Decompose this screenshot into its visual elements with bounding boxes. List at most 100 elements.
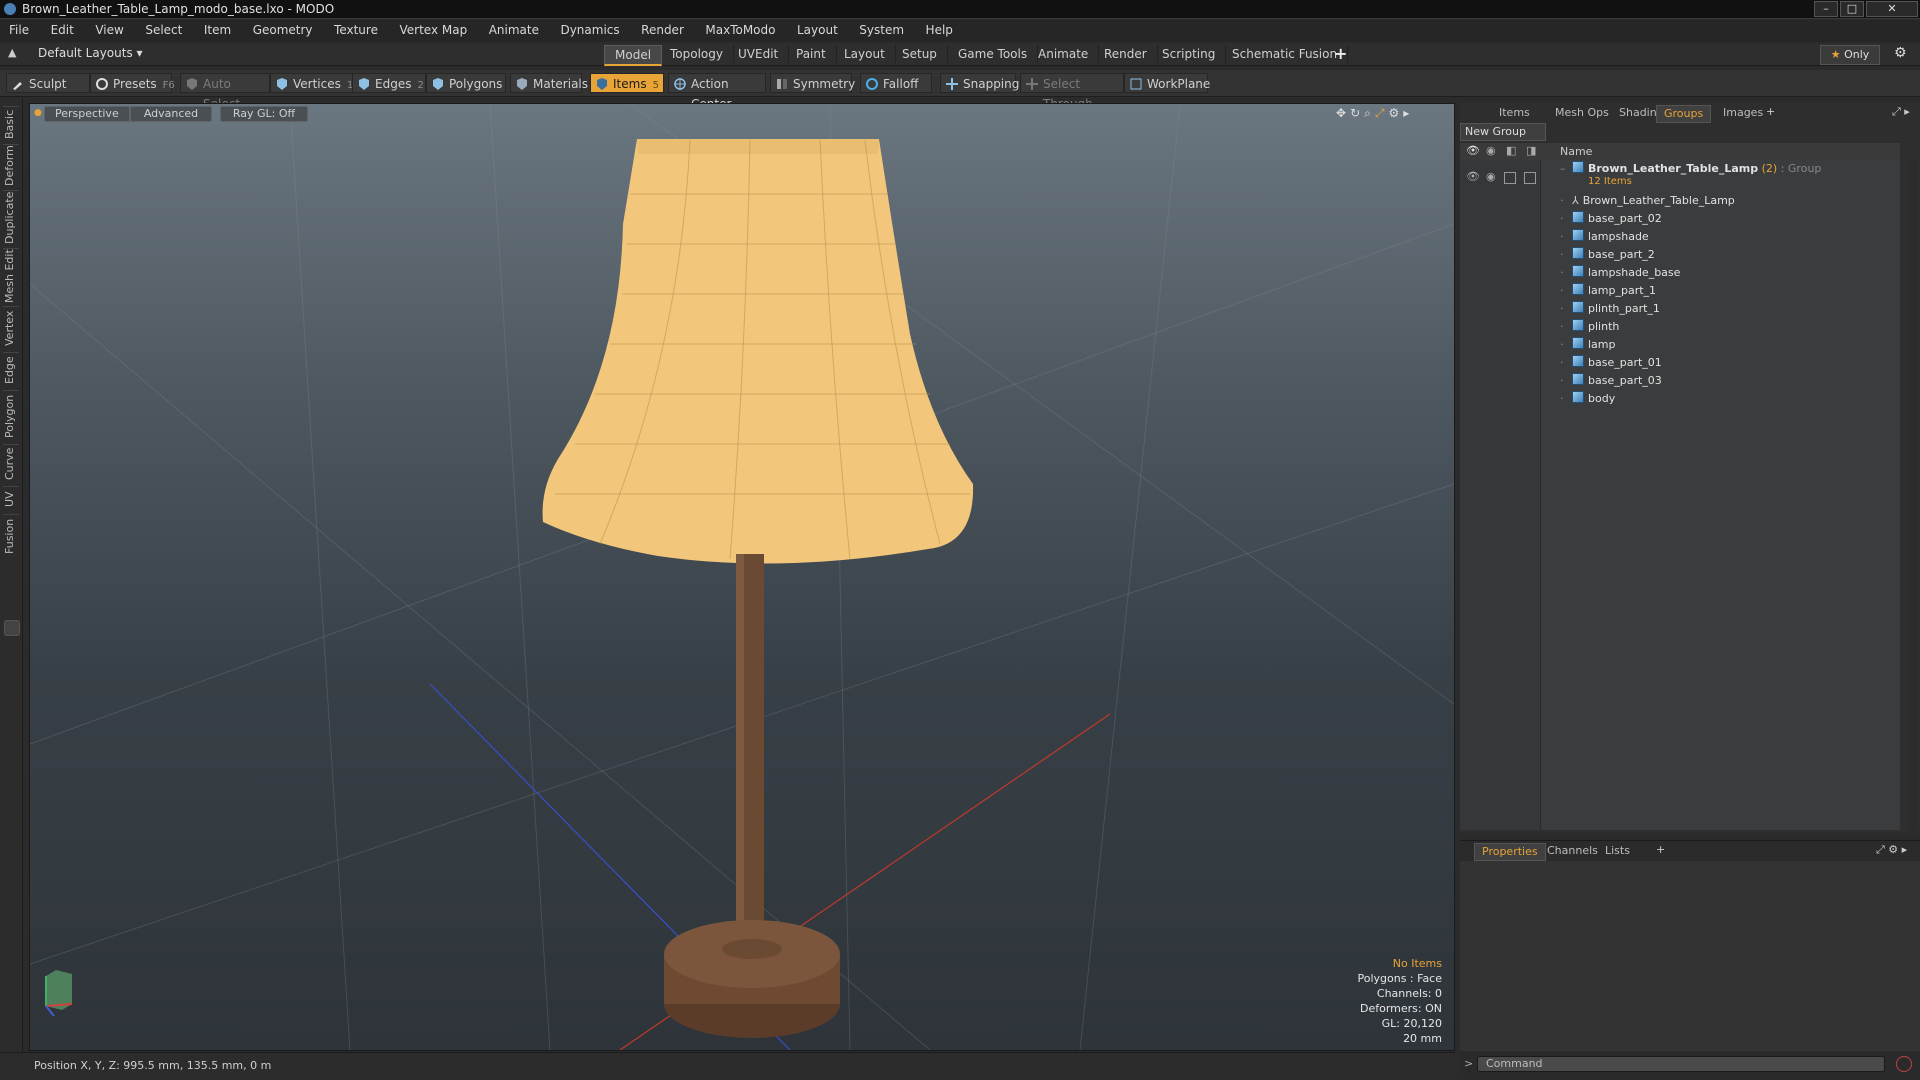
add-panel-tab-button[interactable]: + — [1766, 105, 1775, 118]
layout-collapse-icon[interactable]: ▲ — [8, 46, 16, 59]
presets-button[interactable]: Presets F6 — [90, 73, 175, 93]
list-item[interactable]: · base_part_03 — [1560, 372, 1662, 390]
tab-paint[interactable]: Paint — [786, 45, 837, 63]
edges-button[interactable]: Edges 2 — [352, 73, 426, 93]
list-item[interactable]: · lampshade — [1560, 228, 1649, 246]
menu-maxtomodo[interactable]: MaxToModo — [696, 20, 784, 37]
menu-item[interactable]: Item — [195, 20, 240, 37]
command-input[interactable]: Command — [1477, 1056, 1885, 1072]
lock-header-icon[interactable]: ◧ — [1506, 144, 1516, 157]
tab-channels[interactable]: Channels — [1540, 843, 1605, 859]
groups-scrollbar[interactable] — [1908, 160, 1918, 830]
command-record-icon[interactable] — [1896, 1056, 1912, 1072]
list-item[interactable]: · lamp_part_1 — [1560, 282, 1656, 300]
menu-layout[interactable]: Layout — [788, 20, 847, 37]
tab-edge[interactable]: Edge — [3, 352, 19, 387]
rotate-icon[interactable]: ↻ — [1350, 106, 1364, 120]
close-icon[interactable]: ✕ — [1866, 1, 1918, 17]
default-layouts-dropdown[interactable]: Default Layouts ▾ — [38, 46, 143, 60]
viewport-expand-icon[interactable]: ▸ — [1403, 106, 1413, 120]
sculpt-button[interactable]: Sculpt — [6, 73, 90, 93]
menu-vertex-map[interactable]: Vertex Map — [390, 20, 476, 37]
properties-expand-icon[interactable]: ⤢ ⚙ ▸ — [1876, 843, 1907, 857]
tab-uv[interactable]: UV — [3, 486, 19, 511]
expand-icon[interactable]: · — [1560, 282, 1566, 300]
group-visibility-icon[interactable]: 👁 — [1466, 170, 1480, 183]
tab-scripting[interactable]: Scripting — [1152, 45, 1227, 63]
expand-icon[interactable]: · — [1560, 336, 1566, 354]
tab-mesh-ops[interactable]: Mesh Ops — [1548, 105, 1616, 121]
panel-expand-icon[interactable]: ⤢ ▸ — [1892, 105, 1910, 119]
select-through-button[interactable]: Select Through — [1020, 73, 1124, 111]
falloff-button[interactable]: Falloff — [860, 73, 932, 93]
menu-system[interactable]: System — [850, 20, 913, 37]
advanced-button[interactable]: Advanced — [130, 106, 212, 122]
tab-game-tools[interactable]: Game Tools — [948, 45, 1039, 63]
workplane-button[interactable]: WorkPlane — [1124, 73, 1210, 93]
action-center-button[interactable]: Action Center — [668, 73, 766, 111]
expand-icon[interactable]: · — [1560, 390, 1566, 408]
expand-icon[interactable]: · — [1560, 354, 1566, 372]
tab-duplicate[interactable]: Duplicate — [3, 190, 19, 245]
list-item[interactable]: · base_part_2 — [1560, 246, 1655, 264]
tab-animate[interactable]: Animate — [1028, 45, 1100, 63]
expand-icon[interactable]: · — [1560, 318, 1566, 336]
viewport-settings-icon[interactable]: ⚙ — [1388, 106, 1403, 120]
zoom-icon[interactable]: ⌕ — [1364, 106, 1375, 120]
visibility-header-icon[interactable]: 👁 — [1466, 144, 1480, 157]
vertices-button[interactable]: Vertices 1 — [270, 73, 354, 93]
menu-file[interactable]: File — [0, 20, 38, 37]
list-item[interactable]: · base_part_01 — [1560, 354, 1662, 372]
group-lock-checkbox[interactable] — [1504, 172, 1516, 184]
tab-mesh-edit[interactable]: Mesh Edit — [3, 248, 19, 303]
new-group-button[interactable]: New Group — [1460, 123, 1546, 141]
tab-deform[interactable]: Deform — [3, 144, 19, 187]
pan-icon[interactable]: ✥ — [1336, 106, 1350, 120]
3d-viewport[interactable]: ● Perspective Advanced Ray GL: Off ✥↻⌕⤢⚙… — [29, 103, 1455, 1051]
expand-icon[interactable]: · — [1560, 264, 1566, 282]
menu-texture[interactable]: Texture — [325, 20, 387, 37]
menu-edit[interactable]: Edit — [42, 20, 83, 37]
list-item[interactable]: · lampshade_base — [1560, 264, 1680, 282]
tab-items[interactable]: Items — [1492, 105, 1537, 121]
menu-animate[interactable]: Animate — [480, 20, 548, 37]
tab-basic[interactable]: Basic — [3, 106, 19, 141]
group-expand-icon[interactable]: – — [1560, 160, 1566, 178]
list-item[interactable]: · lamp — [1560, 336, 1616, 354]
expand-icon[interactable]: · — [1560, 228, 1566, 246]
tab-topology[interactable]: Topology — [660, 45, 734, 63]
expand-icon[interactable]: · — [1560, 300, 1566, 318]
tab-schematic-fusion[interactable]: Schematic Fusion — [1222, 45, 1349, 63]
list-item[interactable]: · body — [1560, 390, 1615, 408]
select-header-icon[interactable]: ◨ — [1526, 144, 1536, 157]
menu-geometry[interactable]: Geometry — [244, 20, 322, 37]
list-item[interactable]: · ⅄ Brown_Leather_Table_Lamp — [1560, 192, 1735, 210]
expand-icon[interactable]: · — [1560, 192, 1566, 210]
tab-vertex[interactable]: Vertex — [3, 306, 19, 349]
tab-images[interactable]: Images — [1716, 105, 1770, 121]
view-mode-button[interactable]: Perspective — [44, 106, 130, 122]
snapping-button[interactable]: Snapping — [940, 73, 1019, 93]
list-item[interactable]: · base_part_02 — [1560, 210, 1662, 228]
expand-icon[interactable]: · — [1560, 210, 1566, 228]
polygons-button[interactable]: Polygons — [426, 73, 506, 93]
fit-icon[interactable]: ⤢ — [1375, 106, 1389, 120]
menu-dynamics[interactable]: Dynamics — [551, 20, 628, 37]
symmetry-button[interactable]: Symmetry — [770, 73, 855, 93]
expand-icon[interactable]: · — [1560, 372, 1566, 390]
tab-properties[interactable]: Properties — [1474, 843, 1546, 861]
add-tab-button[interactable]: + — [1334, 44, 1347, 63]
auto-select-button[interactable]: Auto Select — [180, 73, 270, 111]
tab-fusion[interactable]: Fusion — [3, 514, 19, 557]
viewport-nav-icons[interactable]: ✥↻⌕⤢⚙▸ — [1336, 106, 1413, 121]
group-render-icon[interactable]: ◉ — [1486, 170, 1496, 183]
gear-icon[interactable]: ⚙ — [1894, 45, 1907, 61]
name-column-header[interactable]: Name — [1560, 145, 1592, 158]
tab-lists[interactable]: Lists — [1598, 843, 1637, 859]
items-button[interactable]: Items 5 — [590, 73, 664, 93]
tab-layout[interactable]: Layout — [834, 45, 896, 63]
raygl-button[interactable]: Ray GL: Off — [220, 106, 308, 122]
viewport-menu-icon[interactable]: ● — [34, 108, 42, 118]
expand-icon[interactable]: · — [1560, 246, 1566, 264]
tab-uvedit[interactable]: UVEdit — [728, 45, 790, 63]
